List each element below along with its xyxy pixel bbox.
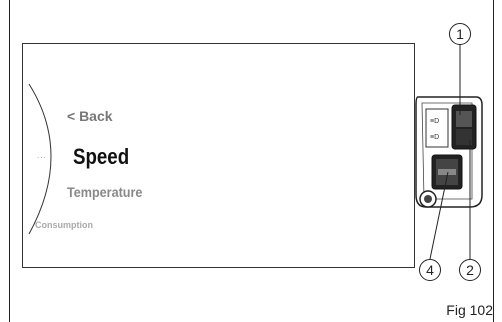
callout-4: 4 [419, 259, 441, 281]
figure-caption: Fig 102 [446, 302, 493, 318]
callout-1: 1 [449, 23, 471, 45]
callout-2: 2 [459, 259, 481, 281]
